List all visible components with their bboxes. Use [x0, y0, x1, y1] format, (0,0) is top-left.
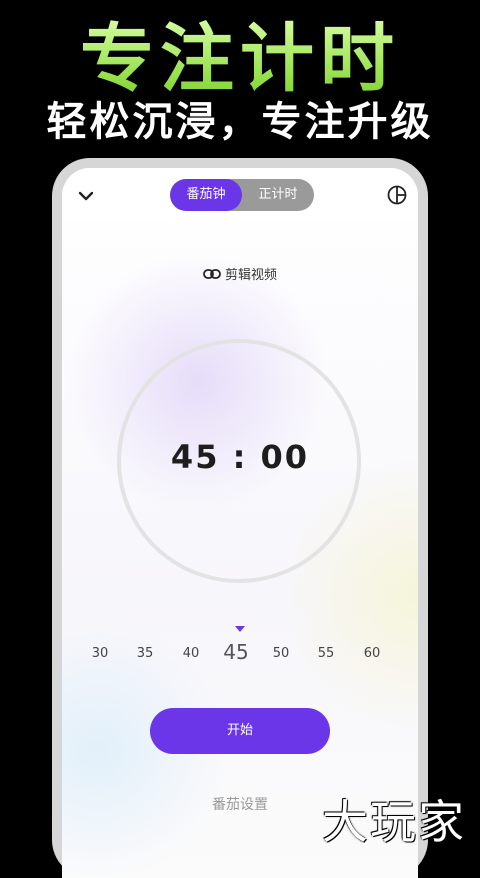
start-button[interactable]: 开始	[150, 708, 330, 754]
duration-option[interactable]: 55	[306, 640, 346, 668]
chevron-down-icon[interactable]	[76, 186, 96, 206]
app-screen: 番茄钟 正计时 剪辑视频 45 : 00 30 35 40 45 50 55 6…	[62, 168, 418, 878]
top-bar: 番茄钟 正计时	[62, 168, 418, 222]
mode-segmented-control: 番茄钟 正计时	[170, 179, 314, 211]
watermark-logo: 大玩家	[322, 795, 466, 849]
pie-chart-icon[interactable]	[386, 184, 408, 206]
duration-option[interactable]: 40	[171, 640, 211, 668]
tab-count-up[interactable]: 正计时	[242, 179, 314, 211]
duration-option[interactable]: 50	[261, 640, 301, 668]
duration-selected-marker	[235, 626, 245, 632]
duration-option[interactable]: 30	[80, 640, 120, 668]
phone-frame: 番茄钟 正计时 剪辑视频 45 : 00 30 35 40 45 50 55 6…	[52, 158, 428, 878]
duration-picker[interactable]: 30 35 40 45 50 55 60	[62, 640, 418, 680]
link-icon	[203, 268, 221, 279]
timer-display: 45 : 00	[170, 438, 310, 476]
promo-headline: 专注计时	[0, 14, 480, 104]
duration-option-selected[interactable]: 45	[216, 638, 256, 666]
duration-option[interactable]: 35	[125, 640, 165, 668]
duration-option[interactable]: 60	[352, 640, 392, 668]
clip-video-link[interactable]: 剪辑视频	[62, 264, 418, 283]
tab-pomodoro[interactable]: 番茄钟	[170, 179, 242, 211]
promo-subline: 轻松沉浸，专注升级	[46, 99, 434, 145]
clip-video-label: 剪辑视频	[224, 268, 277, 283]
